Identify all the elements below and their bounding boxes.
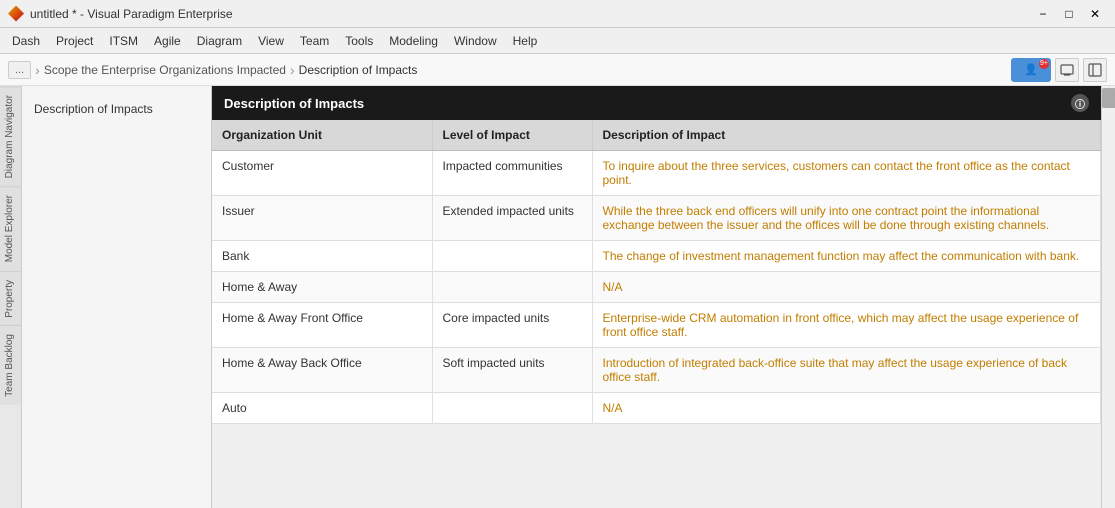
cell-level-2 [432,241,592,272]
main-layout: Diagram Navigator Model Explorer Propert… [0,86,1115,508]
titlebar-left: untitled * - Visual Paradigm Enterprise [8,6,233,22]
col-header-org-unit: Organization Unit [212,120,432,151]
cell-org-0: Customer [212,151,432,196]
section-header: Description of Impacts ⓘ [212,86,1101,120]
content-area: Description of Impacts Description of Im… [22,86,1115,508]
left-sidebar: Diagram Navigator Model Explorer Propert… [0,86,22,508]
table-row: Auto N/A [212,393,1101,424]
table-row: Home & Away N/A [212,272,1101,303]
close-button[interactable]: ✕ [1083,4,1107,24]
breadcrumb-toolbar: 👤 9+ [1011,58,1107,82]
maximize-button[interactable]: □ [1057,4,1081,24]
cell-level-0: Impacted communities [432,151,592,196]
menu-diagram[interactable]: Diagram [189,31,250,51]
breadcrumb-current: Description of Impacts [299,63,418,77]
impacts-table: Organization Unit Level of Impact Descri… [212,120,1101,424]
col-header-level: Level of Impact [432,120,592,151]
section-header-title: Description of Impacts [224,96,364,111]
menu-help[interactable]: Help [505,31,546,51]
sidebar-tab-diagram-navigator[interactable]: Diagram Navigator [0,86,21,186]
titlebar-controls: − □ ✕ [1031,4,1107,24]
table-row: Home & Away Front Office Core impacted u… [212,303,1101,348]
menu-modeling[interactable]: Modeling [381,31,446,51]
cell-desc-3: N/A [592,272,1101,303]
cell-desc-4: Enterprise-wide CRM automation in front … [592,303,1101,348]
right-scrollbar[interactable] [1101,86,1115,508]
cell-level-4: Core impacted units [432,303,592,348]
left-panel-title: Description of Impacts [34,102,199,116]
breadcrumb-back-button[interactable]: ... [8,61,31,79]
display-icon-button[interactable] [1055,58,1079,82]
cell-org-1: Issuer [212,196,432,241]
breadcrumb-bar: ... › Scope the Enterprise Organizations… [0,54,1115,86]
team-icon-button[interactable]: 👤 9+ [1011,58,1051,82]
table-row: Home & Away Back Office Soft impacted un… [212,348,1101,393]
main-content: Description of Impacts ⓘ Organization Un… [212,86,1101,508]
breadcrumb-sep1: › [35,62,40,78]
table-row: Customer Impacted communities To inquire… [212,151,1101,196]
menu-window[interactable]: Window [446,31,505,51]
menu-tools[interactable]: Tools [337,31,381,51]
sidebar-tab-team-backlog[interactable]: Team Backlog [0,325,21,405]
cell-desc-1: While the three back end officers will u… [592,196,1101,241]
breadcrumb-arrow: › [290,62,295,78]
menu-agile[interactable]: Agile [146,31,189,51]
menu-team[interactable]: Team [292,31,337,51]
cell-desc-2: The change of investment management func… [592,241,1101,272]
panel-icon-button[interactable] [1083,58,1107,82]
table-header-row: Organization Unit Level of Impact Descri… [212,120,1101,151]
titlebar: untitled * - Visual Paradigm Enterprise … [0,0,1115,28]
app-icon [8,6,24,22]
cell-desc-6: N/A [592,393,1101,424]
col-header-description: Description of Impact [592,120,1101,151]
info-icon[interactable]: ⓘ [1071,94,1089,112]
cell-org-3: Home & Away [212,272,432,303]
menu-view[interactable]: View [250,31,292,51]
titlebar-title: untitled * - Visual Paradigm Enterprise [30,7,233,21]
cell-level-5: Soft impacted units [432,348,592,393]
cell-org-2: Bank [212,241,432,272]
cell-level-3 [432,272,592,303]
sidebar-tab-model-explorer[interactable]: Model Explorer [0,186,21,270]
cell-level-6 [432,393,592,424]
cell-desc-5: Introduction of integrated back-office s… [592,348,1101,393]
breadcrumb-item-1[interactable]: Scope the Enterprise Organizations Impac… [44,62,295,78]
table-container: Organization Unit Level of Impact Descri… [212,120,1101,508]
sidebar-tab-property[interactable]: Property [0,271,21,326]
left-panel: Description of Impacts [22,86,212,508]
cell-desc-0: To inquire about the three services, cus… [592,151,1101,196]
menubar: Dash Project ITSM Agile Diagram View Tea… [0,28,1115,54]
cell-org-4: Home & Away Front Office [212,303,432,348]
minimize-button[interactable]: − [1031,4,1055,24]
cell-org-5: Home & Away Back Office [212,348,432,393]
cell-level-1: Extended impacted units [432,196,592,241]
table-row: Bank The change of investment management… [212,241,1101,272]
menu-itsm[interactable]: ITSM [101,31,146,51]
menu-dash[interactable]: Dash [4,31,48,51]
table-row: Issuer Extended impacted units While the… [212,196,1101,241]
menu-project[interactable]: Project [48,31,101,51]
cell-org-6: Auto [212,393,432,424]
